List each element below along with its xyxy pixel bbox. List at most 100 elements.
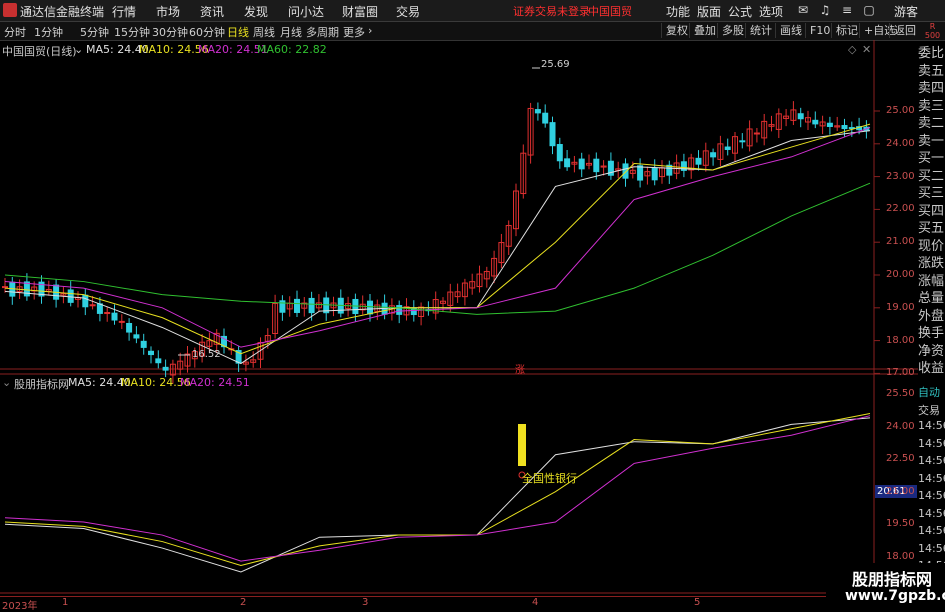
candle-body xyxy=(140,340,147,348)
sub-line-ma10 xyxy=(4,413,871,566)
candle-body xyxy=(826,122,833,127)
watermark-title: 股朋指标网 xyxy=(852,570,933,589)
menu-wenxiaoda[interactable]: 问小达 xyxy=(288,3,324,20)
sub-annotation: 全国性银行 xyxy=(522,472,577,485)
period-1min[interactable]: 1分钟 xyxy=(34,24,63,40)
period-intraday[interactable]: 分时 xyxy=(4,24,26,40)
candle-body xyxy=(695,157,702,165)
sub-line-ma5 xyxy=(4,417,871,573)
period-more[interactable]: 更多 xyxy=(343,24,365,40)
corner-badge: R 500 xyxy=(920,22,945,40)
tick-2: 14:56 xyxy=(918,419,945,432)
x-tick-5: 5 xyxy=(694,597,701,608)
y-tick-main: 22.00 xyxy=(886,203,915,215)
candle-body xyxy=(753,132,760,135)
orderbook-label-15: 外盘 xyxy=(918,308,945,324)
period-weekly[interactable]: 周线 xyxy=(253,24,275,40)
menu-hangqing[interactable]: 行情 xyxy=(112,3,136,20)
hamburger-icon[interactable]: ≡ xyxy=(839,2,855,18)
orderbook-label-3: 卖三 xyxy=(918,98,945,114)
corner-r: R xyxy=(929,22,936,31)
y-tick-sub: 19.50 xyxy=(886,518,915,530)
y-tick-sub: 22.50 xyxy=(886,453,915,465)
tool-huaxian[interactable]: 画线 xyxy=(775,23,806,38)
candle-body xyxy=(126,322,133,333)
y-tick-main: 23.00 xyxy=(886,170,915,182)
orderbook-label-17: 净资 xyxy=(918,343,945,359)
x-tick-4: 4 xyxy=(532,597,539,608)
tick-8: 14:56 xyxy=(918,524,945,537)
guest-login[interactable]: 游客 xyxy=(894,3,918,20)
candle-body xyxy=(111,312,118,321)
menu-shichang[interactable]: 市场 xyxy=(156,3,180,20)
tick-5: 14:56 xyxy=(918,471,945,485)
corner-num: 500 xyxy=(924,31,941,40)
candle-body xyxy=(162,366,169,371)
menu-zixun[interactable]: 资讯 xyxy=(200,3,224,20)
orderbook-label-7: 买二 xyxy=(918,168,945,184)
candle-body xyxy=(556,144,563,162)
period-15min[interactable]: 15分钟 xyxy=(114,24,150,40)
candle-body xyxy=(367,300,373,315)
tool-fanhui[interactable]: 返回 xyxy=(889,23,920,38)
tool-f10[interactable]: F10 xyxy=(805,23,834,38)
candle-body xyxy=(96,303,103,314)
more-arrow-icon[interactable]: › xyxy=(368,24,372,37)
diamond-icon[interactable]: ◇ xyxy=(848,43,856,56)
period-daily[interactable]: 日线 xyxy=(227,24,249,40)
menu-gongneng[interactable]: 功能 xyxy=(666,3,690,20)
expand-icon[interactable]: ▢ xyxy=(861,2,877,18)
period-multi[interactable]: 多周期 xyxy=(306,24,339,40)
y-tick-main: 24.00 xyxy=(886,137,915,149)
candle-body xyxy=(622,163,629,179)
x-tick-3: 3 xyxy=(362,597,369,608)
period-30min[interactable]: 30分钟 xyxy=(152,24,188,40)
close-icon[interactable]: ✕ xyxy=(862,43,871,56)
signal-bar xyxy=(518,424,526,466)
app-logo-icon xyxy=(3,3,17,17)
bell-icon[interactable]: ♫ xyxy=(817,2,833,18)
high-label: 25.69 xyxy=(541,59,570,70)
ma-lines xyxy=(4,123,871,365)
mail-icon[interactable]: ✉ xyxy=(795,2,811,18)
tick-3: 14:56 xyxy=(918,436,945,450)
y-tick-main: 21.00 xyxy=(886,236,915,248)
orderbook-label-18: 收益 xyxy=(918,361,945,376)
tool-fuquan[interactable]: 复权 xyxy=(661,23,692,38)
candle-body xyxy=(739,140,746,143)
candle-body xyxy=(155,358,162,364)
period-5min[interactable]: 5分钟 xyxy=(80,24,109,40)
menu-caifuquan[interactable]: 财富圈 xyxy=(342,3,378,20)
chart-canvas[interactable] xyxy=(0,40,918,600)
login-warning[interactable]: 证券交易未登录 xyxy=(513,3,590,19)
menu-jiaoyi[interactable]: 交易 xyxy=(396,3,420,20)
tick-0: 自动 xyxy=(918,386,940,399)
orderbook-label-6: 买一 xyxy=(918,151,945,166)
y-tick-main: 20.00 xyxy=(886,269,915,280)
app-name: 通达信金融终端 xyxy=(20,5,105,19)
menu-banmian[interactable]: 版面 xyxy=(697,3,721,20)
candle-body xyxy=(651,167,658,181)
candle-body xyxy=(118,320,125,323)
sub-dropdown-icon[interactable]: ⌄ xyxy=(2,376,11,389)
menu-faxian[interactable]: 发现 xyxy=(244,3,268,20)
tool-duogu[interactable]: 多股 xyxy=(717,23,748,38)
orderbook-label-13: 涨幅 xyxy=(918,273,945,289)
tool-diejia[interactable]: 叠加 xyxy=(689,23,720,38)
candle-body xyxy=(841,125,848,130)
tool-biaoji[interactable]: 标记 xyxy=(831,23,862,38)
watermark-url: www.7gpzb.com xyxy=(845,588,945,604)
y-tick-main: 19.00 xyxy=(886,301,915,313)
candle-body xyxy=(812,119,819,125)
tool-tongji[interactable]: 统计 xyxy=(745,23,776,38)
candle-body xyxy=(294,298,300,313)
candle-body xyxy=(534,109,541,114)
ma-line-ma10 xyxy=(4,123,871,355)
menu-xuanxiang[interactable]: 选项 xyxy=(759,3,783,20)
candle-body xyxy=(578,158,585,170)
period-monthly[interactable]: 月线 xyxy=(280,24,302,40)
dropdown-icon[interactable]: ⌄ xyxy=(74,43,83,56)
period-60min[interactable]: 60分钟 xyxy=(189,24,225,40)
candle-body xyxy=(848,127,855,130)
menu-gongshi[interactable]: 公式 xyxy=(728,3,752,20)
